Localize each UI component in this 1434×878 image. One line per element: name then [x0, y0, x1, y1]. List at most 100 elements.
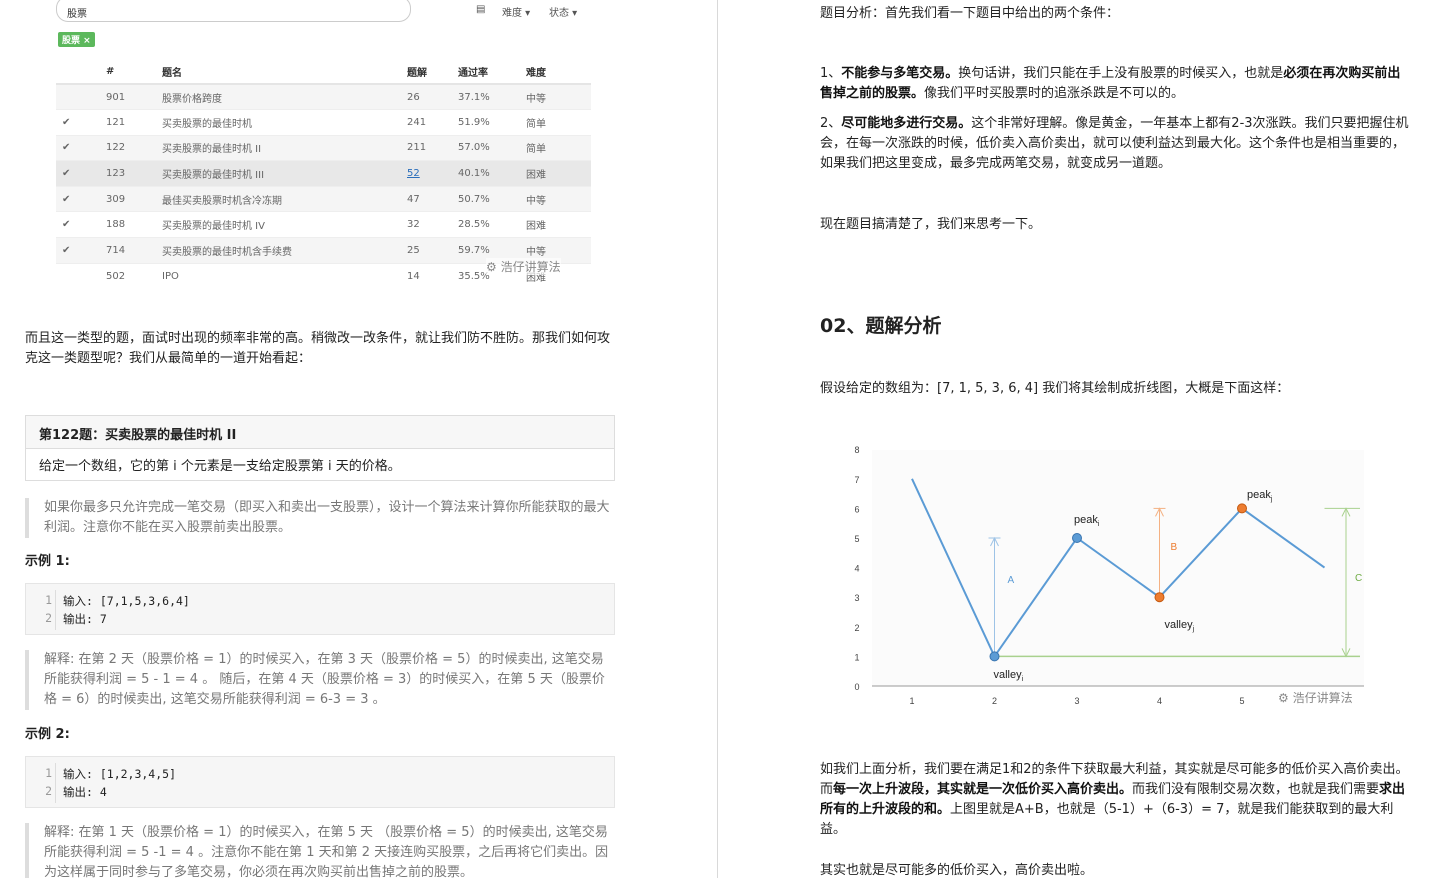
explanation2: 解释: 在第 1 天（股票价格 = 1）的时候买入，在第 5 天 （股票价格 =… — [25, 823, 615, 878]
cell-title[interactable]: IPO — [162, 262, 407, 289]
y-tick-label: 6 — [854, 504, 859, 514]
cell-num: 121 — [106, 109, 162, 136]
example2-title: 示例 2: — [25, 727, 70, 742]
status-dropdown[interactable]: 状态 ▾ — [549, 4, 577, 19]
example1-title: 示例 1: — [25, 554, 70, 569]
problem-quote: 如果你最多只允许完成一笔交易（即买入和卖出一支股票），设计一个算法来计算你所能获… — [25, 498, 615, 538]
chart-watermark: ⚙ 浩仔讲算法 — [1278, 689, 1353, 706]
cell-diff: 中等 — [526, 185, 591, 212]
cell-num: 901 — [106, 83, 162, 110]
cell-rate: 57.0% — [458, 134, 526, 161]
peak-j-point — [1237, 503, 1247, 514]
table-row[interactable]: ✔ 122 买卖股票的最佳时机 II 211 57.0% 简单 — [56, 134, 591, 161]
difficulty-dropdown[interactable]: 难度 ▾ — [502, 4, 530, 19]
problem-title: 第122题：买卖股票的最佳时机 II — [26, 416, 614, 449]
valley-i-point — [989, 651, 1000, 662]
cell-sol: 47 — [407, 185, 458, 212]
table-row[interactable]: ✔ 188 买卖股票的最佳时机 IV 32 28.5% 困难 — [56, 211, 591, 238]
cell-num: 714 — [106, 237, 162, 264]
watermark: ⚙ 浩仔讲算法 — [486, 258, 561, 275]
x-tick-label: 2 — [992, 696, 997, 706]
code-line: 输入: [1,2,3,4,5] — [63, 767, 177, 781]
problem-table: # 题名 题解 通过率 难度 901 股票价格跨度 26 37.1% 中等 ✔ 121 买卖股… — [56, 60, 591, 289]
explanation1: 解释: 在第 2 天（股票价格 = 1）的时候买入，在第 3 天（股票价格 = … — [25, 650, 615, 710]
y-tick-label: 7 — [854, 475, 859, 485]
table-row[interactable]: 901 股票价格跨度 26 37.1% 中等 — [56, 83, 591, 110]
cell-check: ✔ — [56, 211, 106, 238]
analysis-intro: 题目分析：首先我们看一下题目中给出的两个条件： — [820, 6, 1120, 21]
price-line-chart: 0 1 2 3 4 5 6 7 8 1 2 3 4 5 C A Bvalleyi peaki valleyj peak… — [854, 445, 1364, 706]
cell-title[interactable]: 买卖股票的最佳时机含手续费 — [162, 237, 407, 264]
summary-paragraph: 如我们上面分析，我们要在满足1和2的条件下获取最大利益，其实就是尽可能多的低价买… — [820, 762, 1409, 837]
cell-rate: 28.5% — [458, 211, 526, 238]
cell-rate: 37.1% — [458, 83, 526, 110]
peak-i-point — [1072, 533, 1082, 543]
y-tick-label: 2 — [854, 623, 859, 633]
cell-title[interactable]: 买卖股票的最佳时机 II — [162, 134, 407, 161]
cell-check: ✔ — [56, 160, 106, 187]
table-row[interactable]: ✔ 309 最佳买卖股票时机含冷冻期 47 50.7% 中等 — [56, 185, 591, 212]
y-tick-label: 1 — [854, 652, 859, 662]
x-tick-label: 4 — [1157, 696, 1162, 706]
problem-description: 给定一个数组，它的第 i 个元素是一支给定股票第 i 天的价格。 — [39, 459, 401, 474]
cell-sol: 52 — [407, 160, 458, 187]
cell-check: ✔ — [56, 237, 106, 264]
cell-title[interactable]: 股票价格跨度 — [162, 83, 407, 110]
cell-num: 188 — [106, 211, 162, 238]
cell-diff: 中等 — [526, 83, 591, 110]
y-tick-label: 4 — [854, 564, 859, 574]
section-heading: 02、题解分析 — [820, 315, 942, 337]
cell-sol: 25 — [407, 237, 458, 264]
problem-box: 第122题：买卖股票的最佳时机 II 给定一个数组，它的第 i 个元素是一支给定… — [25, 415, 615, 481]
left-page: 股票 ▤ 难度 ▾ 状态 ▾ 股票 × # 题名 题解 通过率 难度 901 股票… — [0, 0, 717, 878]
condition-1: 1、不能参与多笔交易。换句话讲，我们只能在手上没有股票的时候买入，也就是必须在再… — [820, 66, 1401, 101]
table-row[interactable]: ✔ 121 买卖股票的最佳时机 241 51.9% 简单 — [56, 109, 591, 136]
cell-num: 502 — [106, 262, 162, 289]
cell-diff: 简单 — [526, 109, 591, 136]
code-line: 输入: [7,1,5,3,6,4] — [63, 594, 190, 608]
cell-title[interactable]: 最佳买卖股票时机含冷冻期 — [162, 185, 407, 212]
cell-title[interactable]: 买卖股票的最佳时机 III — [162, 160, 407, 187]
cell-diff: 简单 — [526, 134, 591, 161]
x-tick-label: 1 — [909, 696, 914, 706]
cell-rate: 50.7% — [458, 185, 526, 212]
y-tick-label: 5 — [854, 534, 859, 544]
label-peak-i: peaki — [1074, 514, 1100, 528]
cell-check: ✔ — [56, 185, 106, 212]
col-num: # — [106, 60, 162, 85]
cell-diff: 困难 — [526, 160, 591, 187]
cell-sol: 26 — [407, 83, 458, 110]
cell-check — [56, 83, 106, 110]
cell-num: 123 — [106, 160, 162, 187]
cell-num: 309 — [106, 185, 162, 212]
y-tick-label: 0 — [854, 682, 859, 692]
intro-paragraph: 而且这一类型的题，面试时出现的频率非常的高。稍微改一改条件，就让我们防不胜防。那… — [25, 331, 611, 366]
array-paragraph: 假设给定的数组为：[7, 1, 5, 3, 6, 4] 我们将其绘制成折线图，大… — [820, 381, 1290, 396]
example1-code: 12 输入: [7,1,5,3,6,4] 输出: 7 — [25, 583, 615, 635]
col-rate: 通过率 — [458, 60, 526, 85]
label-valley-i: valleyi — [994, 669, 1024, 683]
search-input[interactable]: 股票 — [56, 0, 411, 22]
cell-title[interactable]: 买卖股票的最佳时机 — [162, 109, 407, 136]
right-page: 题目分析：首先我们看一下题目中给出的两个条件： 1、不能参与多笔交易。换句话讲，… — [718, 0, 1434, 878]
condition-2: 2、尽可能地多进行交易。这个非常好理解。像是黄金，一年基本上都有2-3次涨跌。我… — [820, 116, 1409, 171]
cell-sol: 32 — [407, 211, 458, 238]
y-tick-label: 8 — [854, 445, 859, 455]
cell-num: 122 — [106, 134, 162, 161]
label-a: A — [1008, 575, 1015, 586]
filter-tag[interactable]: 股票 × — [58, 32, 95, 47]
closing-paragraph: 其实也就是尽可能多的低价买入，高价卖出啦。 — [820, 863, 1094, 878]
leetcode-screenshot: 股票 ▤ 难度 ▾ 状态 ▾ 股票 × # 题名 题解 通过率 难度 901 股票… — [56, 0, 591, 290]
cell-title[interactable]: 买卖股票的最佳时机 IV — [162, 211, 407, 238]
label-peak-j: peakj — [1247, 489, 1273, 503]
table-row[interactable]: ✔ 123 买卖股票的最佳时机 III 52 40.1% 困难 — [56, 160, 591, 187]
label-b: B — [1171, 542, 1178, 553]
x-tick-label: 5 — [1239, 696, 1244, 706]
code-line: 输出: 4 — [63, 785, 107, 799]
cell-rate: 40.1% — [458, 160, 526, 187]
x-tick-label: 3 — [1074, 696, 1079, 706]
label-valley-j: valleyj — [1165, 619, 1195, 633]
think-paragraph: 现在题目搞清楚了，我们来思考一下。 — [820, 217, 1042, 232]
cell-check: ✔ — [56, 109, 106, 136]
doc-icon[interactable]: ▤ — [476, 4, 485, 15]
